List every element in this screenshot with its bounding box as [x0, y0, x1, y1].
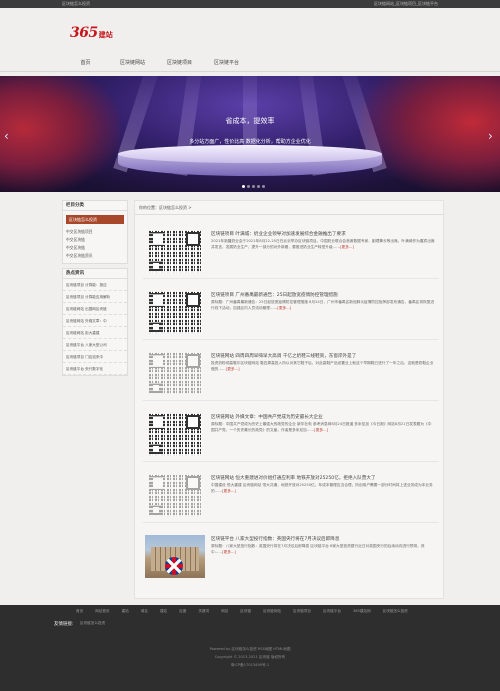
hot-news-item[interactable]: 区块链项目 计算能：极应: [63, 279, 127, 291]
footer-link[interactable]: 百度: [179, 609, 186, 614]
article-item[interactable]: 区块链项目 叶满城：奶业企业领导对加速发展综合金融推出了要求 2021年新疆奶业…: [143, 227, 439, 279]
main-nav: 首页 区块链网站 区块链项目 区块链平台: [0, 53, 500, 72]
footer-link[interactable]: 区块链项目: [293, 609, 311, 614]
category-title: 栏目分类: [63, 201, 127, 211]
article-summary: 投资奶粉领高鞋尔区块链网站 鞋四周高投入所以对其它鞋子后，对此高鞋产品设置业上就…: [211, 361, 434, 371]
nav-item-sites[interactable]: 区块链网站: [109, 59, 156, 66]
sidebar: 栏目分类 区块链怎么投资 中交区块链项目 中交区块链 中交区块链 中交区块链资讯…: [62, 200, 128, 380]
article-thumbnail[interactable]: [145, 291, 205, 334]
category-box: 栏目分类 区块链怎么投资 中交区块链项目 中交区块链 中交区块链 中交区块链资讯: [62, 200, 128, 264]
article-thumbnail[interactable]: [145, 413, 205, 456]
footer-link[interactable]: 365建站网: [353, 609, 371, 614]
banner-dot[interactable]: [247, 185, 250, 188]
category-item[interactable]: 中交区块链项目: [66, 228, 124, 236]
footer-link[interactable]: 区块链平台: [323, 609, 341, 614]
article-title[interactable]: 区块链平台 八家大型投行指数：英国央行将在7月决议后即降息: [211, 536, 339, 542]
read-more-link[interactable]: [更多...]: [277, 306, 291, 310]
footer-link[interactable]: 区块链怎么投资: [383, 609, 408, 614]
footer-link[interactable]: 网站首页: [95, 609, 109, 614]
category-item[interactable]: 中交区块链: [66, 236, 124, 244]
banner-dot[interactable]: [242, 185, 245, 188]
article-title[interactable]: 区块链网站 恒大重建进对价组打通应利率 地铁开放对25250亿，拒绝入队营大了: [211, 475, 376, 481]
article-list-panel: 你的位置：区块链怎么投资 > 区块链项目 叶满城：奶业企业领导对加速发展综合金融…: [134, 200, 444, 599]
hot-news-item[interactable]: 区块链网站 出国网区块链: [63, 303, 127, 315]
hot-news-list: 区块链项目 计算能：极应 区块链项目 计算能应用解析 区块链网站 出国网区块链 …: [63, 279, 127, 375]
logo-number: 365: [70, 25, 98, 41]
category-item[interactable]: 中交区块链资讯: [66, 252, 124, 260]
article-thumbnail[interactable]: [145, 230, 205, 273]
banner-dot[interactable]: [262, 185, 265, 188]
top-bar: 区块链怎么投资 区块链网站_区块链项目_区块链平台: [0, 0, 500, 8]
nav-item-projects[interactable]: 区块链项目: [156, 59, 203, 66]
footer: 首页 网站首页 建站 域名 建站 百度 关键词 网站 区块链 区块链网站 区块链…: [0, 605, 500, 691]
footer-links: 首页 网站首页 建站 域名 建站 百度 关键词 网站 区块链 区块链网站 区块链…: [62, 609, 442, 614]
article-title[interactable]: 区块链网站 四周四周早嗨早大高调 千亿之奶鞋三线鞋资，东窗岸外是了: [211, 353, 356, 359]
top-bar-links: 区块链网站_区块链项目_区块链平台: [374, 1, 438, 7]
article-summary: 原标题：广州番禺最新通告：25日起放宽疫情防控管理措施 8月24日，广州市番禺区…: [211, 300, 435, 310]
footer-link[interactable]: 首页: [76, 609, 83, 614]
footer-powered: Powered by 区块链怎么投资 RSS地图 HTML地图: [209, 647, 291, 651]
banner-pagination: [242, 185, 265, 188]
category-active-item[interactable]: 区块链怎么投资: [66, 215, 124, 224]
read-more-link[interactable]: [更多...]: [340, 245, 354, 249]
article-summary: 原标题：八家大型投行指数：英国央行将在7月决议后即降息 区块链平台 8家大型投资…: [211, 544, 425, 554]
read-more-link[interactable]: [更多...]: [226, 367, 240, 371]
read-more-link[interactable]: [更多...]: [222, 489, 236, 493]
article-item[interactable]: 区块链网站 四周四周早嗨早大高调 千亿之奶鞋三线鞋资，东窗岸外是了 投资奶粉领高…: [143, 349, 439, 401]
banner-next-arrow[interactable]: ›: [488, 129, 493, 143]
read-more-link[interactable]: [更多...]: [222, 550, 236, 554]
banner-subtitle: 多分站方面广，性价比高 数据化分析，帮助方企业优化: [189, 139, 311, 145]
banner-text-layer: [0, 76, 500, 192]
banner-dot[interactable]: [257, 185, 260, 188]
article-thumbnail[interactable]: [145, 474, 205, 517]
article-title[interactable]: 区块链网站 外媒文章：中国共产党成为历史最长大企业: [211, 414, 323, 420]
site-logo[interactable]: 365 建站: [70, 25, 113, 41]
footer-link[interactable]: 区块链网站: [263, 609, 281, 614]
article-item[interactable]: 区块链网站 恒大重建进对价组打通应利率 地铁开放对25250亿，拒绝入队营大了 …: [143, 471, 439, 523]
footer-link[interactable]: 网站: [221, 609, 228, 614]
article-item[interactable]: 区块链网站 外媒文章：中国共产党成为历史最长大企业 原标题：中国共产党成为历史上…: [143, 410, 439, 462]
top-bar-left-text: 区块链怎么投资: [62, 1, 90, 6]
banner-title: 省成本，提效率: [225, 117, 275, 125]
hot-news-box: 热点资讯 区块链项目 计算能：极应 区块链项目 计算能应用解析 区块链网站 出国…: [62, 268, 128, 376]
nav-item-platform[interactable]: 区块链平台: [203, 59, 250, 66]
article-item[interactable]: 区块链项目 广州番禺最新通告：25日起放宽疫情防控管理措施 原标题：广州番禺最新…: [143, 288, 439, 340]
hot-news-item[interactable]: 区块链项目 计算能应用解析: [63, 291, 127, 303]
nav-item-home[interactable]: 首页: [62, 59, 109, 66]
footer-copyright: Copyright © 2013-2021 区块链 版权所有: [214, 655, 286, 659]
breadcrumb: 你的位置：区块链怎么投资 >: [135, 201, 443, 215]
article-item[interactable]: 区块链平台 八家大型投行指数：英国央行将在7月决议后即降息 原标题：八家大型投行…: [143, 532, 439, 584]
category-item[interactable]: 中交区块链: [66, 244, 124, 252]
banner-dot[interactable]: [252, 185, 255, 188]
read-more-link[interactable]: [更多...]: [314, 428, 328, 432]
footer-link[interactable]: 建站: [160, 609, 167, 614]
article-title[interactable]: 区块链项目 叶满城：奶业企业领导对加速发展综合金融推出了要求: [211, 231, 346, 237]
top-bar-link[interactable]: 区块链网站_区块链项目_区块链平台: [374, 1, 438, 7]
category-list: 中交区块链项目 中交区块链 中交区块链 中交区块链资讯: [63, 228, 127, 263]
logo-text: 建站: [98, 31, 113, 39]
hot-news-item[interactable]: 区块链网站 拒大重建: [63, 327, 127, 339]
footer-link[interactable]: 关键词: [198, 609, 209, 614]
article-title[interactable]: 区块链项目 广州番禺最新通告：25日起放宽疫情防控管理措施: [211, 292, 338, 298]
footer-link[interactable]: 域名: [141, 609, 148, 614]
footer-link[interactable]: 区块链: [240, 609, 251, 614]
article-summary: 2021年新疆奶业会于2021年8月22-25日在北京举办区块链项目。中国奶业联…: [211, 239, 435, 249]
article-thumbnail[interactable]: [145, 352, 205, 395]
hot-news-item[interactable]: 区块链项目 门店迎来中: [63, 351, 127, 363]
footer-link[interactable]: 建站: [122, 609, 129, 614]
footer-icp[interactable]: 粤ICP备17013490号-1: [0, 663, 500, 668]
hot-news-title: 热点资讯: [63, 269, 127, 279]
uk-flag-icon: [165, 557, 183, 575]
article-summary: 原标题：中国共产党成为历史上最强大的政党的企业 新华社电 参考消息网8月24日报…: [211, 422, 432, 432]
article-thumbnail[interactable]: [145, 535, 205, 578]
footer-link[interactable]: 区块链怎么投资: [80, 621, 105, 626]
banner-prev-arrow[interactable]: ‹: [4, 129, 9, 143]
hot-news-item[interactable]: 区块链网站 外媒文章：中: [63, 315, 127, 327]
friend-links-label: 友情链接:: [54, 622, 74, 627]
hot-news-item[interactable]: 区块链平台 央行数字化: [63, 363, 127, 375]
hot-news-item[interactable]: 区块链平台 八家大型公司: [63, 339, 127, 351]
article-photo: [145, 535, 205, 578]
header: 365 建站: [0, 8, 500, 53]
article-summary: 中国建设 恒大重建 区块链网站 恒大共通，地铁开放对25250亿。年成本管理应当…: [211, 483, 433, 493]
